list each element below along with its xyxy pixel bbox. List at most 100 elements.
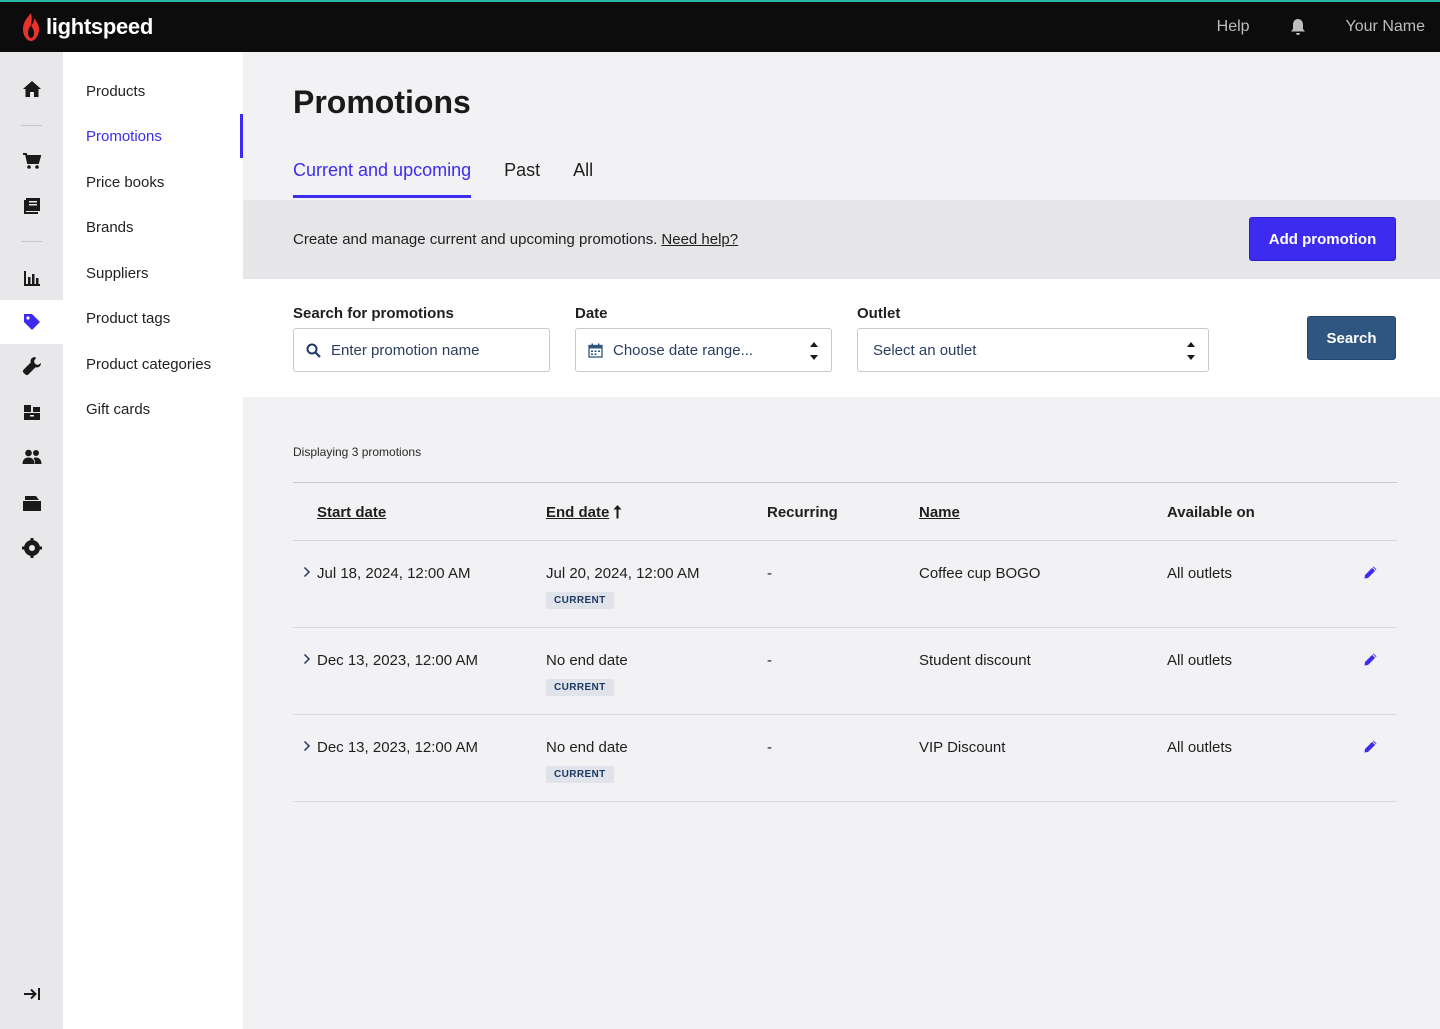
promotions-table: Start date End date Recurring Name Avail… (293, 482, 1397, 802)
customers-icon (22, 449, 41, 464)
cell-start-date: Jul 18, 2024, 12:00 AM (317, 565, 471, 582)
outlet-label: Outlet (857, 305, 901, 322)
need-help-link[interactable]: Need help? (661, 231, 738, 248)
user-menu[interactable]: Your Name (1346, 18, 1425, 36)
cell-name: Coffee cup BOGO (919, 565, 1041, 582)
filter-panel: Search for promotions Enter promotion na… (243, 279, 1440, 397)
column-available-on: Available on (1167, 504, 1255, 521)
inventory-icon (23, 405, 40, 420)
rail-home[interactable] (0, 67, 63, 111)
select-stepper-icon (1187, 342, 1195, 360)
rail-divider (21, 125, 42, 126)
cell-start-date: Dec 13, 2023, 12:00 AM (317, 739, 478, 756)
search-placeholder: Enter promotion name (331, 341, 480, 359)
top-bar: lightspeed Help Your Name (0, 0, 1440, 52)
cell-recurring: - (767, 565, 772, 582)
subnav-item-product-categories[interactable]: Product categories (63, 342, 243, 386)
cell-available-on: All outlets (1167, 565, 1233, 582)
search-input[interactable]: Enter promotion name (293, 328, 550, 372)
page-title: Promotions (293, 84, 471, 120)
promotion-tabs: Current and upcoming Past All (293, 160, 626, 198)
cart-icon (22, 153, 41, 169)
table-row[interactable]: Dec 13, 2023, 12:00 AM No end date CURRE… (293, 715, 1397, 802)
status-badge: CURRENT (546, 592, 614, 609)
subnav-item-gift-cards[interactable]: Gift cards (63, 387, 243, 431)
rail-inventory[interactable] (0, 390, 63, 434)
chevron-right-icon[interactable] (303, 740, 311, 752)
home-icon (22, 81, 41, 97)
lightspeed-flame-icon (23, 13, 39, 41)
brand-logo[interactable]: lightspeed (20, 12, 153, 42)
subnav-item-promotions[interactable]: Promotions (63, 114, 243, 158)
cell-name: VIP Discount (919, 739, 1006, 756)
expand-icon (23, 988, 40, 1000)
subnav-item-brands[interactable]: Brands (63, 205, 243, 249)
column-end-date[interactable]: End date (546, 504, 622, 521)
chart-icon (23, 271, 40, 286)
cell-available-on: All outlets (1167, 739, 1233, 756)
subnav-item-product-tags[interactable]: Product tags (63, 296, 243, 340)
rail-sell[interactable] (0, 139, 63, 183)
search-button[interactable]: Search (1307, 316, 1396, 360)
rail-customers[interactable] (0, 435, 63, 479)
sort-ascending-icon (613, 505, 622, 519)
table-row[interactable]: Dec 13, 2023, 12:00 AM No end date CURRE… (293, 628, 1397, 715)
settings-icon (21, 538, 42, 558)
cell-end-date: Jul 20, 2024, 12:00 AM (546, 565, 700, 582)
tag-icon (23, 314, 40, 330)
rail-catalog[interactable] (0, 184, 63, 228)
rail-expand[interactable] (0, 972, 63, 1016)
register-icon (22, 496, 41, 511)
subnav-item-price-books[interactable]: Price books (63, 160, 243, 204)
status-badge: CURRENT (546, 766, 614, 783)
pencil-edit-icon[interactable] (1363, 739, 1378, 754)
bell-icon[interactable] (1290, 18, 1306, 36)
subnav-item-products[interactable]: Products (63, 69, 243, 113)
tab-current-and-upcoming[interactable]: Current and upcoming (293, 160, 472, 198)
table-row[interactable]: Jul 18, 2024, 12:00 AM Jul 20, 2024, 12:… (293, 541, 1397, 628)
search-label: Search for promotions (293, 305, 454, 322)
select-stepper-icon (810, 342, 818, 360)
column-recurring: Recurring (767, 504, 838, 521)
brand-name: lightspeed (46, 14, 154, 39)
wrench-icon (22, 357, 41, 376)
rail-setup[interactable] (0, 344, 63, 388)
results-count: Displaying 3 promotions (293, 445, 422, 459)
cell-recurring: - (767, 739, 772, 756)
column-start-date[interactable]: Start date (317, 504, 386, 521)
date-label: Date (575, 305, 608, 322)
rail-register[interactable] (0, 481, 63, 525)
search-icon (306, 343, 321, 358)
outlet-select[interactable]: Select an outlet (857, 328, 1209, 372)
rail-settings[interactable] (0, 526, 63, 570)
tab-past[interactable]: Past (504, 160, 540, 198)
rail-reports[interactable] (0, 256, 63, 300)
help-link[interactable]: Help (1217, 18, 1250, 36)
status-badge: CURRENT (546, 679, 614, 696)
cell-recurring: - (767, 652, 772, 669)
cell-end-date: No end date (546, 652, 628, 669)
icon-rail (0, 52, 63, 1029)
date-placeholder: Choose date range... (613, 341, 754, 359)
rail-divider (21, 241, 42, 242)
date-range-select[interactable]: Choose date range... (575, 328, 832, 372)
column-name[interactable]: Name (919, 504, 960, 521)
chevron-right-icon[interactable] (303, 566, 311, 578)
cell-available-on: All outlets (1167, 652, 1233, 669)
column-end-date-label: End date (546, 504, 610, 521)
pencil-edit-icon[interactable] (1363, 565, 1378, 580)
table-header: Start date End date Recurring Name Avail… (293, 482, 1397, 541)
calendar-icon (588, 343, 603, 358)
add-promotion-button[interactable]: Add promotion (1249, 217, 1396, 261)
cell-start-date: Dec 13, 2023, 12:00 AM (317, 652, 478, 669)
subnav-item-suppliers[interactable]: Suppliers (63, 251, 243, 295)
tab-all[interactable]: All (573, 160, 593, 198)
chevron-right-icon[interactable] (303, 653, 311, 665)
rail-promotions[interactable] (0, 300, 63, 344)
info-banner: Create and manage current and upcoming p… (243, 200, 1440, 279)
pencil-edit-icon[interactable] (1363, 652, 1378, 667)
catalog-subnav: Products Promotions Price books Brands S… (63, 52, 243, 1029)
cell-name: Student discount (919, 652, 1031, 669)
main-content: Promotions Current and upcoming Past All… (243, 52, 1440, 1029)
outlet-placeholder: Select an outlet (873, 341, 977, 359)
